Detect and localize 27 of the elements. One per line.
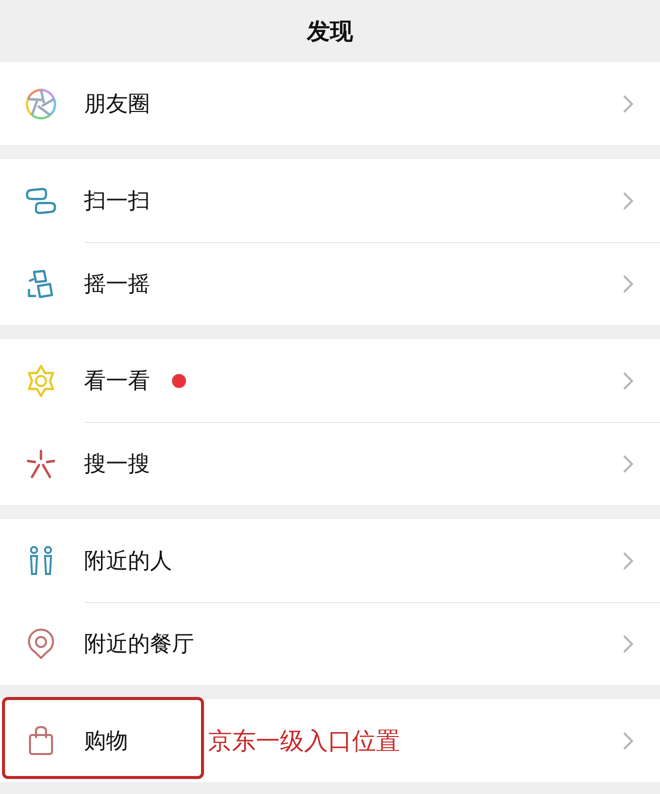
chevron-icon [622, 94, 634, 114]
menu-label: 附近的餐厅 [84, 630, 194, 658]
chevron-icon [622, 731, 634, 751]
chevron-icon [622, 551, 634, 571]
aperture-icon [24, 86, 58, 120]
menu-label: 朋友圈 [84, 90, 150, 118]
menu-item[interactable]: 看一看 [0, 339, 660, 422]
menu-item[interactable]: 购物 京东一级入口位置 [0, 699, 660, 782]
menu-label: 摇一摇 [84, 270, 150, 298]
menu-label: 搜一搜 [84, 450, 150, 478]
menu-item[interactable]: 附近的餐厅 [0, 602, 660, 685]
chevron-icon [622, 371, 634, 391]
chevron-icon [622, 274, 634, 294]
menu-item[interactable]: 朋友圈 [0, 62, 660, 145]
page-title: 发现 [307, 18, 353, 46]
menu-item[interactable]: 附近的人 [0, 519, 660, 602]
chevron-icon [622, 191, 634, 211]
menu-label: 附近的人 [84, 548, 172, 576]
menu-label: 购物 [84, 728, 128, 756]
chevron-icon [622, 454, 634, 474]
menu-label: 看一看 [84, 368, 150, 396]
menu-item[interactable]: 摇一摇 [0, 242, 660, 325]
menu-item[interactable]: 搜一搜 [0, 422, 660, 505]
annotation-text: 京东一级入口位置 [208, 726, 400, 756]
menu-item[interactable]: 扫一扫 [0, 159, 660, 242]
chevron-icon [622, 634, 634, 654]
menu-label: 扫一扫 [84, 188, 150, 216]
